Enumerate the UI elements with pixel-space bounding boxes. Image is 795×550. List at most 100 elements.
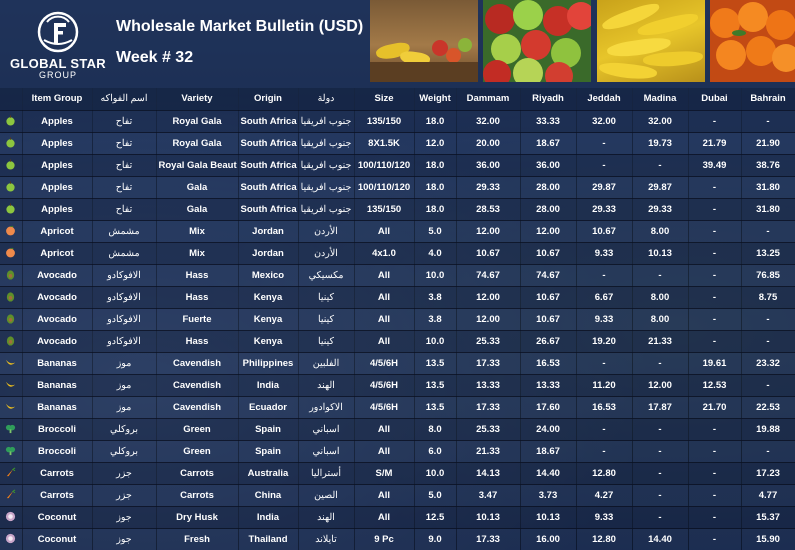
origin-cell: Thailand [238, 528, 299, 550]
icon-cell [0, 220, 23, 243]
size-cell: 4/5/6H [354, 374, 415, 397]
riyadh-price-cell: 28.00 [520, 198, 577, 221]
dammam-price-cell: 32.00 [456, 110, 521, 133]
dammam-price-cell: 29.33 [456, 176, 521, 199]
variety-cell: Mix [156, 242, 239, 265]
variety-cell: Gala [156, 198, 239, 221]
arabic-name-cell: مشمش [92, 220, 157, 243]
bahrain-price-cell: 38.76 [741, 154, 795, 177]
item-group-cell: Bananas [22, 352, 93, 375]
weight-cell: 5.0 [414, 220, 457, 243]
country-arabic-cell: جنوب افريقيا [298, 110, 355, 133]
origin-cell: Spain [238, 440, 299, 463]
item-group-cell: Apricot [22, 242, 93, 265]
dubai-price-cell: 39.49 [688, 154, 742, 177]
origin-cell: Mexico [238, 264, 299, 287]
size-cell: 135/150 [354, 198, 415, 221]
size-cell: All [354, 484, 415, 507]
weight-cell: 5.0 [414, 484, 457, 507]
weight-cell: 18.0 [414, 154, 457, 177]
dubai-price-cell: - [688, 484, 742, 507]
jeddah-price-cell: 12.80 [576, 462, 633, 485]
country-arabic-cell: تايلاند [298, 528, 355, 550]
riyadh-price-cell: 74.67 [520, 264, 577, 287]
table-row: Apples تفاح Royal Gala South Africa جنوب افر… [0, 132, 795, 155]
apple-icon [5, 137, 16, 149]
arabic-name-cell: بروكلي [92, 440, 157, 463]
variety-cell: Hass [156, 264, 239, 287]
dubai-price-cell: - [688, 506, 742, 529]
madina-price-cell: - [632, 264, 689, 287]
arabic-name-cell: الافوكادو [92, 330, 157, 353]
riyadh-price-cell: 24.00 [520, 418, 577, 441]
madina-price-cell: 8.00 [632, 286, 689, 309]
riyadh-price-cell: 16.53 [520, 352, 577, 375]
dammam-price-cell: 74.67 [456, 264, 521, 287]
origin-cell: South Africa [238, 154, 299, 177]
broccoli-icon [5, 423, 16, 434]
broccoli-icon [5, 445, 16, 456]
variety-cell: Royal Gala Beaut [156, 154, 239, 177]
dubai-price-cell: - [688, 198, 742, 221]
bahrain-price-cell: 15.90 [741, 528, 795, 550]
icon-cell [0, 198, 23, 221]
riyadh-price-cell: 13.33 [520, 374, 577, 397]
madina-price-cell: 12.00 [632, 374, 689, 397]
jeddah-price-cell: 9.33 [576, 242, 633, 265]
table-row: Bananas موز Cavendish Ecuador الاكوادور 4/5/6… [0, 396, 795, 419]
jeddah-price-cell: - [576, 154, 633, 177]
table-row: Apples تفاح Gala South Africa جنوب افريقيا 10… [0, 176, 795, 199]
arabic-name-cell: جوز [92, 506, 157, 529]
size-cell: All [354, 440, 415, 463]
variety-cell: Hass [156, 330, 239, 353]
jeddah-price-cell: 6.67 [576, 286, 633, 309]
item-group-cell: Coconut [22, 506, 93, 529]
icon-cell [0, 440, 23, 463]
arabic-name-header: اسم الفواكه [92, 88, 157, 111]
jeddah-header: Jeddah [576, 88, 633, 111]
origin-cell: China [238, 484, 299, 507]
weight-cell: 18.0 [414, 176, 457, 199]
table-row: Broccoli بروكلي Green Spain اسباني All 8.0 25.3… [0, 418, 795, 441]
jeddah-price-cell: 12.80 [576, 528, 633, 550]
riyadh-price-cell: 36.00 [520, 154, 577, 177]
bahrain-price-cell: 8.75 [741, 286, 795, 309]
size-cell: 4/5/6H [354, 396, 415, 419]
item-group-cell: Bananas [22, 396, 93, 419]
riyadh-header: Riyadh [520, 88, 577, 111]
origin-cell: Australia [238, 462, 299, 485]
weight-cell: 9.0 [414, 528, 457, 550]
dubai-price-cell: - [688, 110, 742, 133]
country-arabic-cell: الأردن [298, 242, 355, 265]
country-arabic-cell: كينيا [298, 308, 355, 331]
dammam-price-cell: 12.00 [456, 220, 521, 243]
dubai-price-cell: - [688, 462, 742, 485]
size-cell: All [354, 330, 415, 353]
arabic-name-cell: الافوكادو [92, 308, 157, 331]
dubai-price-cell: 12.53 [688, 374, 742, 397]
riyadh-price-cell: 10.67 [520, 286, 577, 309]
riyadh-price-cell: 33.33 [520, 110, 577, 133]
madina-price-cell: 21.33 [632, 330, 689, 353]
icon-cell [0, 286, 23, 309]
country-arabic-cell: الهند [298, 374, 355, 397]
apricot-icon [5, 225, 16, 236]
madina-price-cell: 10.13 [632, 242, 689, 265]
bahrain-price-cell: 19.88 [741, 418, 795, 441]
dammam-price-cell: 10.67 [456, 242, 521, 265]
variety-cell: Fresh [156, 528, 239, 550]
bahrain-price-cell: 22.53 [741, 396, 795, 419]
dammam-price-cell: 17.33 [456, 396, 521, 419]
bahrain-price-cell: - [741, 308, 795, 331]
icon-cell [0, 176, 23, 199]
jeddah-price-cell: 11.20 [576, 374, 633, 397]
variety-cell: Royal Gala [156, 110, 239, 133]
arabic-name-cell: موز [92, 374, 157, 397]
icon-cell [0, 132, 23, 155]
weight-header: Weight [414, 88, 457, 111]
icon-cell [0, 242, 23, 265]
dammam-price-cell: 12.00 [456, 308, 521, 331]
size-cell: All [354, 286, 415, 309]
madina-price-cell: 8.00 [632, 308, 689, 331]
bahrain-price-cell: 21.90 [741, 132, 795, 155]
